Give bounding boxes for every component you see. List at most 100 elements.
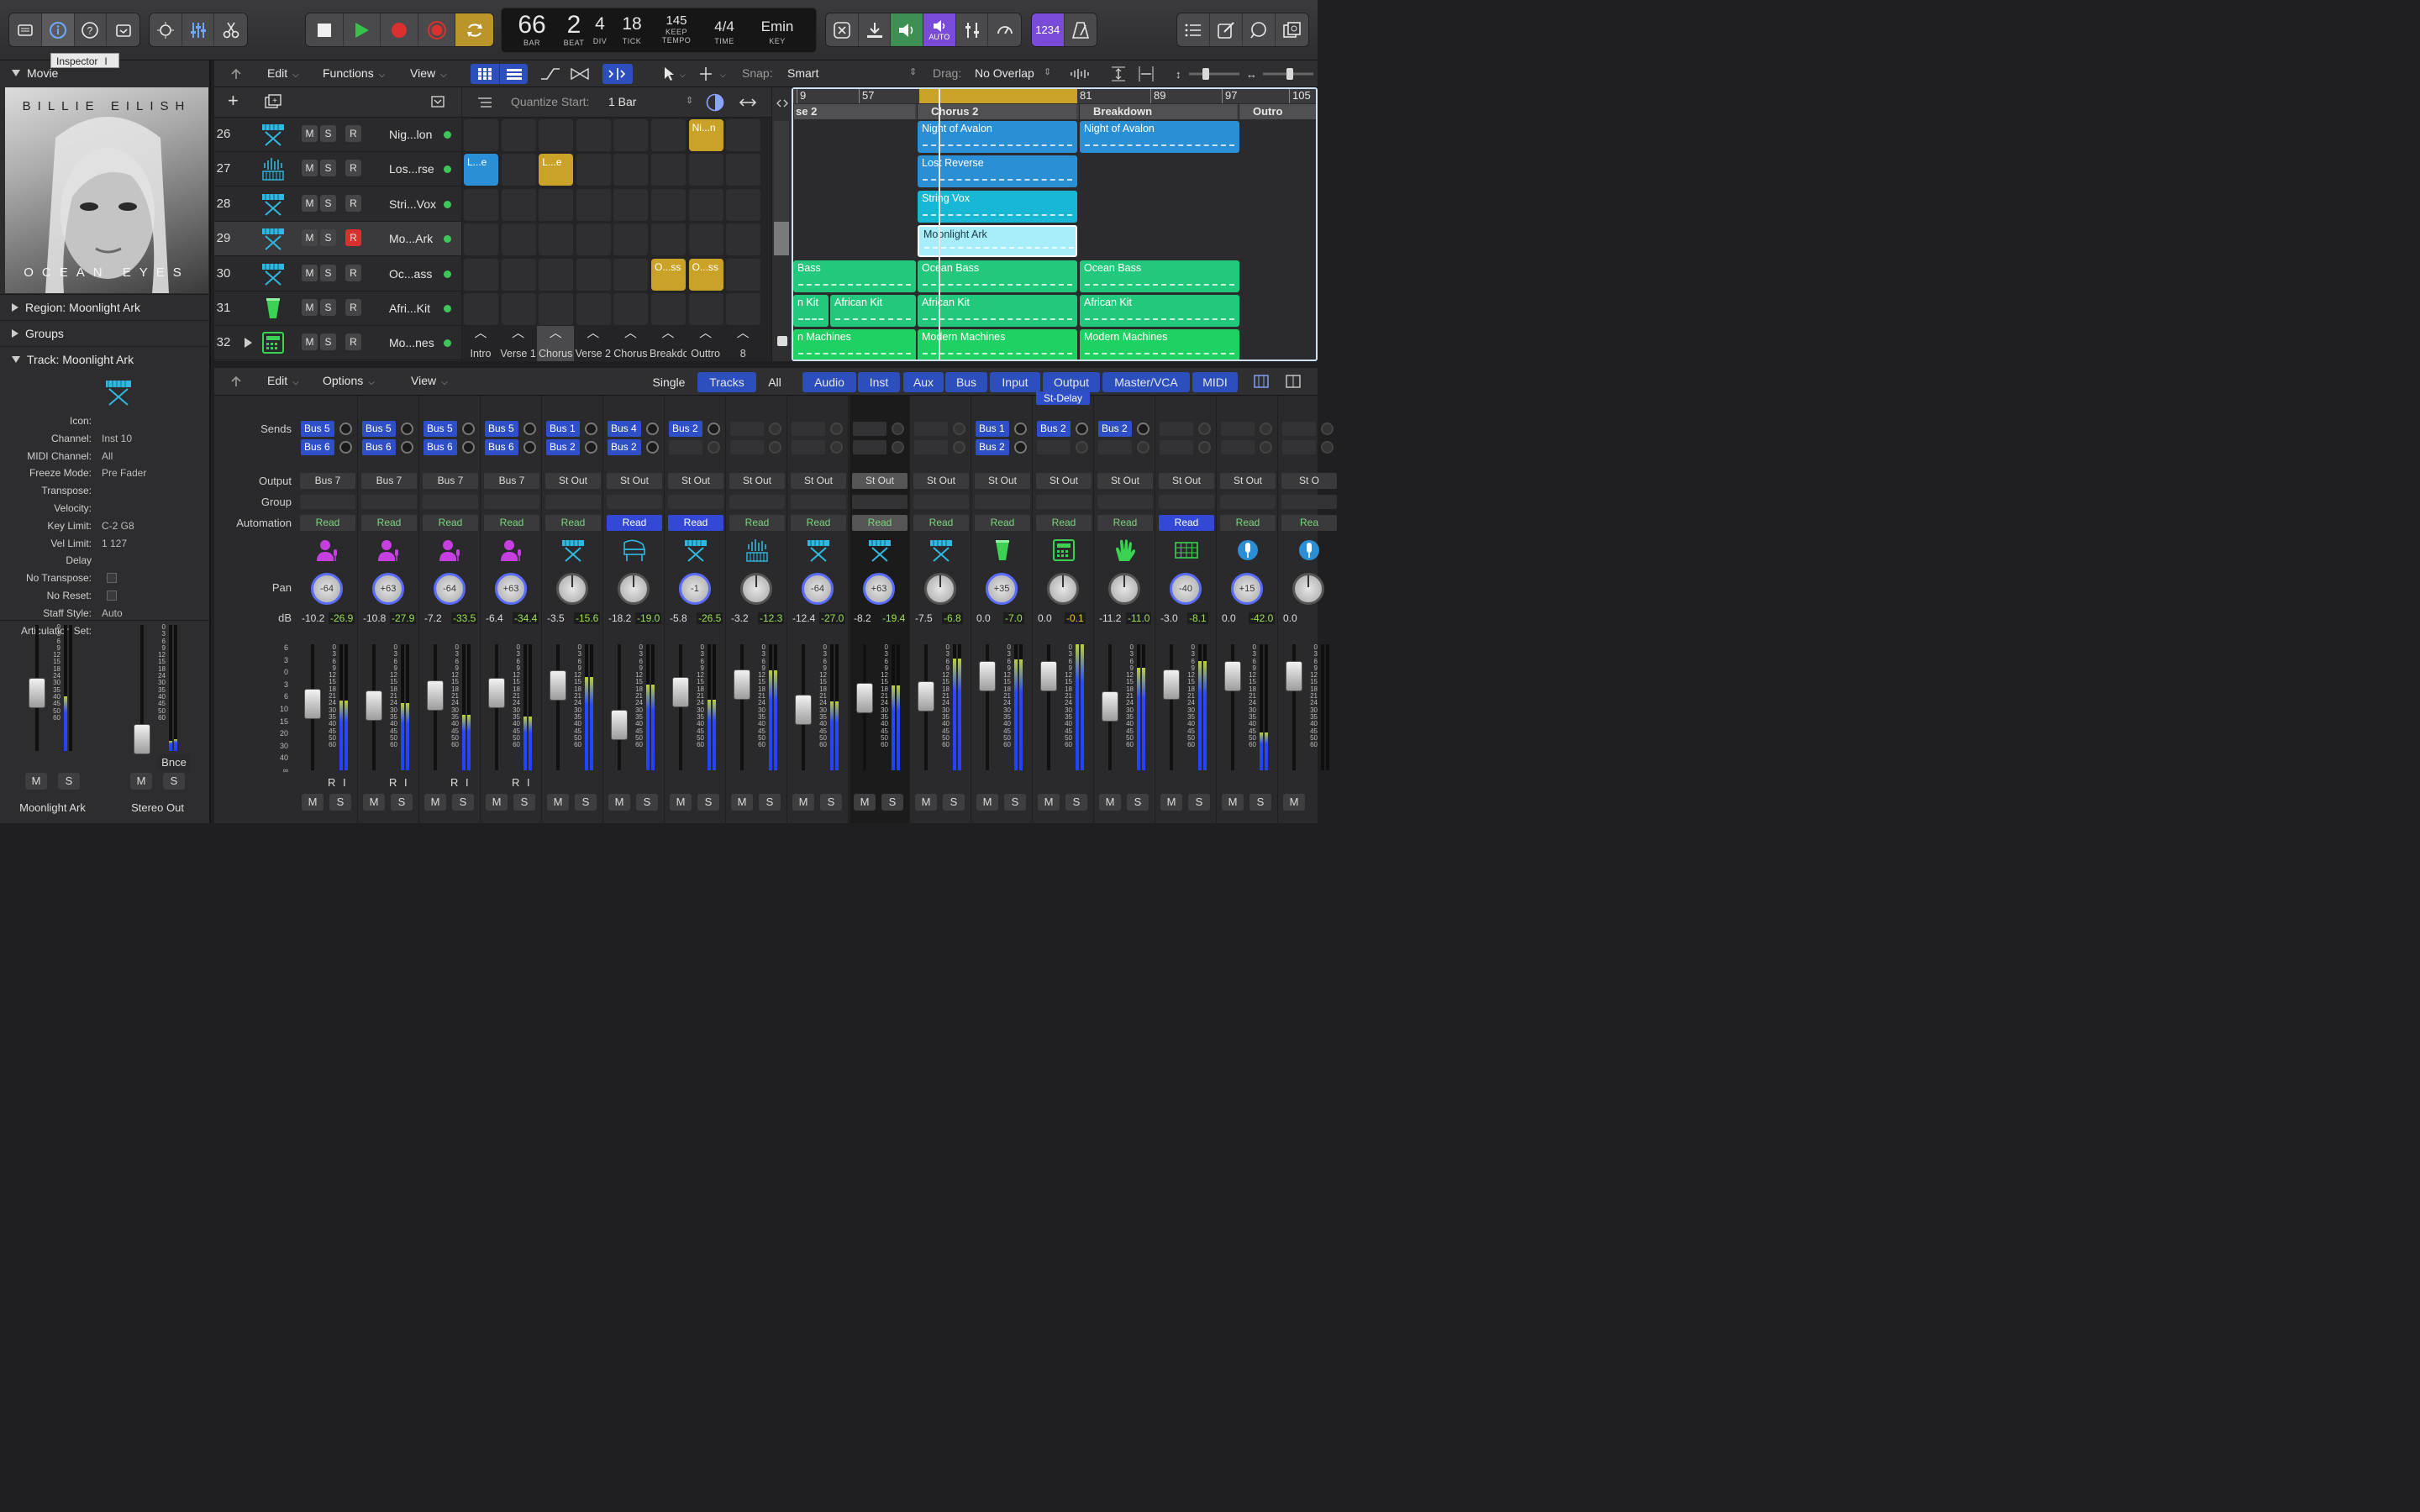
send-slot[interactable]: Bus 4 xyxy=(608,421,641,437)
channel-icon[interactable] xyxy=(744,538,770,563)
empty-cell[interactable] xyxy=(464,188,498,221)
pan-knob[interactable] xyxy=(1047,573,1079,605)
bounce-button[interactable]: Bnce xyxy=(158,754,190,771)
pan-knob[interactable] xyxy=(924,573,956,605)
volume-fader[interactable] xyxy=(795,694,812,725)
region[interactable]: String Vox xyxy=(918,190,1077,223)
solo-button[interactable]: S xyxy=(697,794,719,811)
peak-value[interactable]: -7.0 xyxy=(1003,612,1024,624)
empty-send-slot[interactable] xyxy=(1221,422,1255,436)
automation-mode[interactable]: Read xyxy=(1159,515,1214,531)
volume-fader[interactable] xyxy=(1163,669,1180,700)
send-slot[interactable]: Bus 1 xyxy=(546,421,580,437)
send-slot[interactable]: Bus 6 xyxy=(362,439,396,455)
group-slot[interactable] xyxy=(668,495,723,509)
output-slot[interactable]: St Out xyxy=(729,473,785,489)
volume-fader[interactable] xyxy=(672,676,689,707)
input-monitor-button[interactable]: I xyxy=(404,776,408,789)
automation-button[interactable]: AUTO xyxy=(923,13,956,46)
automation-mode[interactable]: Read xyxy=(1097,515,1153,531)
region[interactable]: Night of Avalon xyxy=(1080,121,1239,153)
marker[interactable]: Breakdown xyxy=(1079,104,1237,119)
group-slot[interactable] xyxy=(1036,495,1092,509)
empty-send-slot[interactable] xyxy=(792,422,825,436)
send-slot[interactable]: Bus 5 xyxy=(424,421,457,437)
record-enable-button[interactable]: R xyxy=(389,776,397,789)
queue-icon[interactable] xyxy=(706,93,724,112)
param-value[interactable]: Auto xyxy=(97,607,123,619)
quantize-menu[interactable]: 1 Bar ⇕ xyxy=(608,95,697,108)
scene-trigger[interactable]: ︿ Chorus xyxy=(537,326,575,361)
volume-fader[interactable] xyxy=(611,710,628,741)
send-level-knob[interactable] xyxy=(462,423,475,435)
track-header[interactable]: 30 M S R Oc...ass xyxy=(214,257,461,291)
group-slot[interactable] xyxy=(607,495,662,509)
solo-button[interactable]: S xyxy=(1065,794,1087,811)
send-level-knob[interactable] xyxy=(523,441,536,454)
send-slot[interactable]: Bus 5 xyxy=(301,421,334,437)
marker[interactable]: Chorus 2 xyxy=(917,104,1076,119)
quick-help-button[interactable]: ? xyxy=(75,13,108,46)
peak-value[interactable]: -12.3 xyxy=(758,612,785,624)
group-slot[interactable] xyxy=(729,495,785,509)
send-level-knob[interactable] xyxy=(830,423,843,435)
group-slot[interactable] xyxy=(1220,495,1276,509)
output-slot[interactable]: St Out xyxy=(1036,473,1092,489)
empty-cell[interactable] xyxy=(501,154,536,186)
solo-button[interactable]: S xyxy=(320,194,336,212)
volume-fader[interactable] xyxy=(856,683,873,714)
pan-knob[interactable] xyxy=(740,573,772,605)
pan-knob[interactable]: +63 xyxy=(372,573,404,605)
solo-button[interactable]: S xyxy=(320,299,336,316)
empty-cell[interactable] xyxy=(613,258,649,291)
empty-cell[interactable] xyxy=(651,119,686,151)
mute-button[interactable]: M xyxy=(1038,794,1060,811)
channel-icon[interactable] xyxy=(315,538,340,563)
record-enable-button[interactable]: R xyxy=(345,160,361,177)
peak-value[interactable]: -26.5 xyxy=(697,612,723,624)
volume-value[interactable]: -3.2 xyxy=(731,612,749,624)
send-level-knob[interactable] xyxy=(892,423,904,435)
loop-cell[interactable]: O...ss xyxy=(688,258,723,291)
peak-value[interactable]: -34.4 xyxy=(513,612,539,624)
mute-button[interactable]: M xyxy=(302,125,318,142)
volume-fader[interactable] xyxy=(366,690,382,721)
toolbar-button[interactable] xyxy=(107,13,139,46)
vertical-fit-icon[interactable] xyxy=(1112,66,1125,81)
solo-button[interactable]: S xyxy=(1004,794,1026,811)
scene-trigger[interactable]: ︿ Verse 1 xyxy=(500,326,537,361)
group-slot[interactable] xyxy=(300,495,355,509)
scene-trigger[interactable]: ︿ 8 xyxy=(724,326,761,361)
group-slot[interactable] xyxy=(545,495,601,509)
pan-knob[interactable] xyxy=(1292,573,1324,605)
send-slot[interactable]: Bus 6 xyxy=(485,439,518,455)
output-slot[interactable]: St Out xyxy=(545,473,601,489)
volume-value[interactable]: -3.5 xyxy=(547,612,565,624)
output-slot[interactable]: Bus 7 xyxy=(300,473,355,489)
keyboard-stand-icon[interactable] xyxy=(104,378,133,407)
loop-cell[interactable]: L...e xyxy=(464,154,498,186)
filter-inst[interactable]: Inst xyxy=(858,372,900,392)
replace-button[interactable] xyxy=(826,13,859,46)
filter-midi[interactable]: MIDI xyxy=(1192,372,1238,392)
param-checkbox[interactable] xyxy=(107,573,117,584)
mute-button[interactable]: M xyxy=(302,794,324,811)
empty-send-slot[interactable] xyxy=(1098,440,1132,454)
empty-cell[interactable] xyxy=(501,293,536,325)
mute-button[interactable]: M xyxy=(1099,794,1121,811)
expand-stack-icon[interactable] xyxy=(245,338,252,349)
empty-send-slot[interactable] xyxy=(1221,440,1255,454)
track-header[interactable]: 27 M S R Los...rse xyxy=(214,152,461,187)
output-slot[interactable]: St Out xyxy=(607,473,662,489)
automation-mode[interactable]: Read xyxy=(1220,515,1276,531)
send-level-knob[interactable] xyxy=(585,441,597,454)
mute-button[interactable]: M xyxy=(976,794,998,811)
region[interactable]: Ocean Bass xyxy=(1080,260,1239,292)
empty-send-slot[interactable] xyxy=(730,440,764,454)
mute-button[interactable]: M xyxy=(792,794,814,811)
pan-knob[interactable]: -64 xyxy=(434,573,466,605)
tracks-edit-menu[interactable]: Edit ⌵ xyxy=(267,66,299,80)
peak-value[interactable]: -42.0 xyxy=(1249,612,1276,624)
send-level-knob[interactable] xyxy=(646,441,659,454)
empty-cell[interactable] xyxy=(651,223,686,256)
